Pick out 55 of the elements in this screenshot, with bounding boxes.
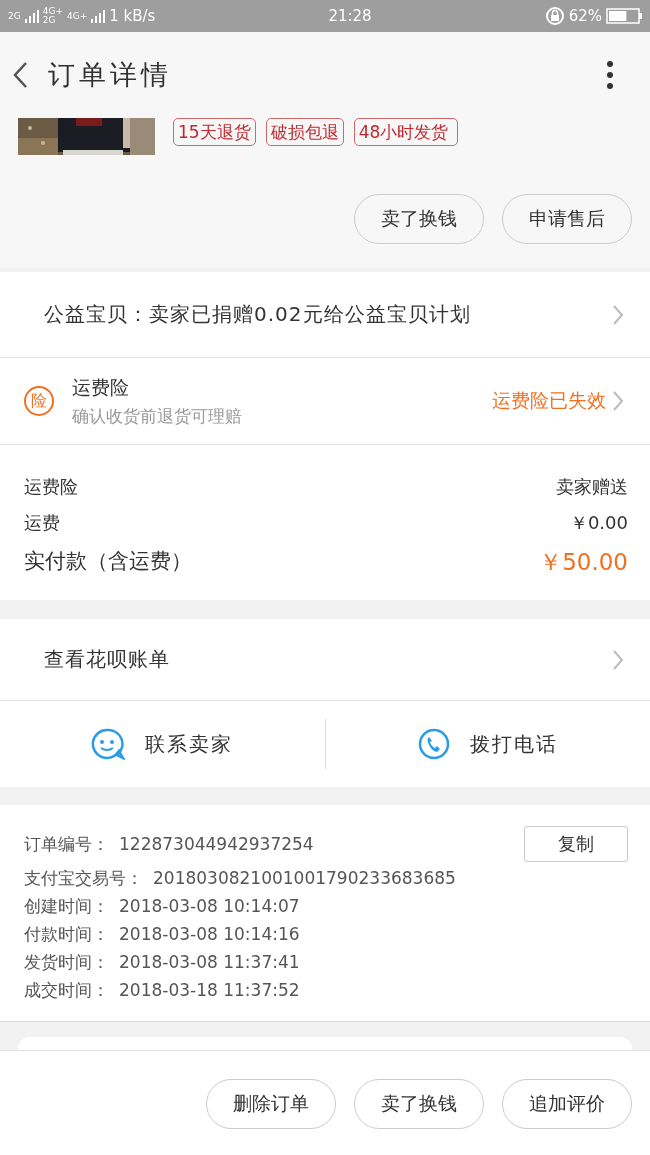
- info-label: 付款时间：: [24, 922, 109, 946]
- network-label: 2G: [8, 11, 21, 21]
- charity-row[interactable]: 公益宝贝：卖家已捐赠0.02元给公益宝贝计划: [0, 272, 650, 358]
- fee-label: 实付款（含运费）: [24, 548, 192, 575]
- back-icon: [12, 61, 30, 89]
- network-label: 4G+: [42, 7, 63, 16]
- rotation-lock-icon: [544, 6, 565, 26]
- copy-button[interactable]: 复制: [524, 826, 628, 862]
- action-button[interactable]: 删除订单: [206, 1079, 336, 1129]
- info-value: 2018-03-18 11:37:52: [119, 980, 301, 1000]
- network-speed: 1 kB/s: [109, 7, 156, 25]
- chevron-icon: [612, 648, 624, 671]
- phone-icon: [417, 728, 450, 760]
- service-tag: 15天退货: [173, 118, 256, 146]
- insurance-title: 运费险: [72, 374, 130, 400]
- chevron-icon: [612, 303, 624, 326]
- service-tag: 48小时发货: [353, 118, 458, 146]
- info-label: 支付宝交易号：: [24, 866, 143, 890]
- battery-percent: 62%: [568, 7, 602, 25]
- chevron-icon: [612, 390, 624, 412]
- fee-value: 卖家赠送: [556, 475, 628, 499]
- page-title: 订单详情: [48, 58, 173, 92]
- action-button[interactable]: 申请售后: [502, 194, 632, 244]
- insurance-subtitle: 确认收货前退货可理赔: [72, 404, 243, 428]
- action-button[interactable]: 追加评价: [502, 1079, 632, 1129]
- action-button[interactable]: 卖了换钱: [354, 194, 484, 244]
- info-value: 2018-03-08 10:14:07: [119, 896, 301, 916]
- charity-text: 公益宝贝：卖家已捐赠0.02元给公益宝贝计划: [43, 301, 472, 328]
- network-label: 2G: [42, 16, 57, 25]
- signal-icon: [91, 9, 106, 23]
- signal-icon: [24, 9, 39, 23]
- network-label: 4G+: [66, 11, 88, 21]
- fee-value: ￥50.00: [539, 548, 628, 577]
- info-value: 2018-03-08 10:14:16: [119, 924, 301, 944]
- fee-label: 运费: [24, 511, 60, 535]
- fee-label: 运费险: [24, 475, 78, 499]
- info-value: 2018-03-08 11:37:41: [119, 952, 301, 972]
- insurance-row[interactable]: 险 运费险 确认收货前退货可理赔 运费险已失效: [0, 358, 650, 445]
- insurance-status: 运费险已失效: [492, 388, 606, 413]
- battery-icon: [606, 8, 642, 24]
- insurance-badge: 险: [24, 386, 54, 416]
- chat-icon: [91, 728, 126, 760]
- service-tag: 破损包退: [265, 118, 344, 146]
- action-button[interactable]: 卖了换钱: [354, 1079, 484, 1129]
- fee-value: ￥0.00: [569, 511, 628, 535]
- info-label: 发货时间：: [24, 950, 109, 974]
- info-label: 订单编号：: [24, 832, 109, 856]
- info-label: 成交时间：: [24, 978, 109, 1002]
- clock: 21:28: [328, 7, 372, 25]
- info-value: 122873044942937254: [119, 834, 315, 854]
- bill-text: 查看花呗账单: [43, 646, 171, 673]
- bill-row[interactable]: 查看花呗账单: [0, 619, 650, 701]
- more-icon: [606, 60, 614, 90]
- info-value: 2018030821001001790233683685: [153, 868, 457, 888]
- info-label: 创建时间：: [24, 894, 109, 918]
